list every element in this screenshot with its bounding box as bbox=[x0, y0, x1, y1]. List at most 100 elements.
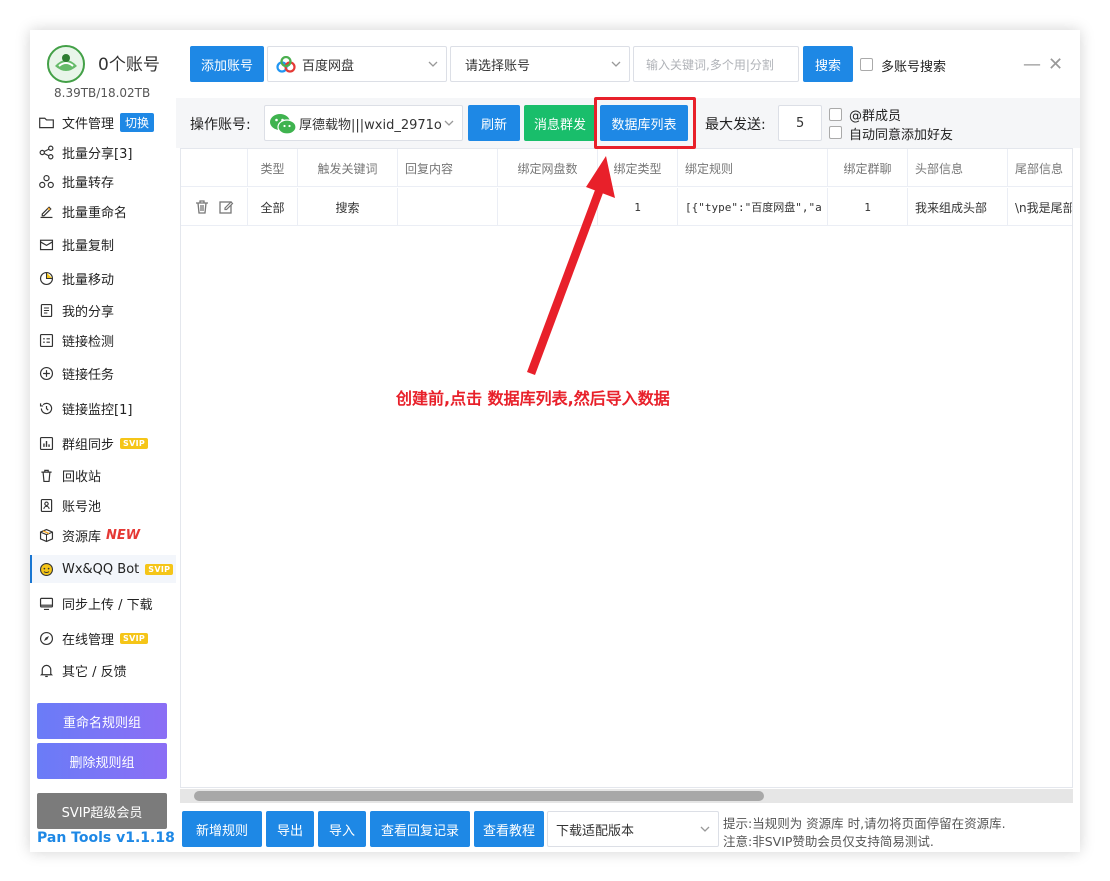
sidebar-item-file-manager[interactable]: 文件管理 切换 bbox=[30, 108, 176, 136]
cell-reply bbox=[398, 188, 498, 226]
edit-icon[interactable] bbox=[218, 199, 234, 215]
max-send-label: 最大发送: bbox=[705, 117, 766, 133]
sidebar-item-group-sync[interactable]: 群组同步 SVIP bbox=[30, 429, 176, 457]
sidebar-item-label: 链接任务 bbox=[62, 367, 115, 383]
sidebar-item-label: 链接监控[1] bbox=[62, 402, 133, 418]
app-version: Pan Tools v1.1.18 bbox=[37, 830, 175, 846]
sidebar-item-label: 批量移动 bbox=[62, 272, 115, 288]
import-button[interactable]: 导入 bbox=[318, 811, 366, 847]
document-icon bbox=[36, 300, 56, 320]
sidebar-item-label: 批量复制 bbox=[62, 238, 115, 254]
broadcast-button[interactable]: 消息群发 bbox=[524, 105, 596, 141]
add-rule-button[interactable]: 新增规则 bbox=[182, 811, 262, 847]
sidebar-item-batch-rename[interactable]: 批量重命名 bbox=[30, 197, 176, 225]
account-select[interactable]: 请选择账号 bbox=[450, 46, 630, 82]
plus-circle-icon bbox=[36, 363, 56, 383]
sidebar-item-batch-copy[interactable]: 批量复制 bbox=[30, 230, 176, 258]
col-header-reply: 回复内容 bbox=[398, 149, 498, 187]
switch-badge[interactable]: 切换 bbox=[120, 112, 155, 132]
sidebar-item-link-tasks[interactable]: 链接任务 bbox=[30, 359, 176, 387]
baidu-netdisk-icon bbox=[276, 56, 296, 73]
keyword-search-input[interactable]: 输入关键词,多个用|分割 bbox=[633, 46, 799, 82]
search-button[interactable]: 搜索 bbox=[803, 46, 853, 82]
close-icon[interactable]: ✕ bbox=[1048, 54, 1063, 75]
view-tutorial-button[interactable]: 查看教程 bbox=[474, 811, 544, 847]
sidebar-item-label: 账号池 bbox=[62, 499, 102, 515]
scrollbar-thumb[interactable] bbox=[194, 791, 764, 801]
download-version-value: 下载适配版本 bbox=[556, 823, 635, 839]
trash-icon bbox=[36, 465, 56, 485]
share-icon bbox=[36, 142, 56, 162]
rules-table: 类型 触发关键词 回复内容 绑定网盘数 绑定类型 绑定规则 绑定群聊 头部信息 … bbox=[180, 148, 1073, 788]
sidebar-item-resource-library[interactable]: 资源库 NEW bbox=[30, 521, 176, 549]
sidebar-item-label: 其它 / 反馈 bbox=[62, 664, 127, 680]
sidebar-item-account-pool[interactable]: 账号池 bbox=[30, 491, 176, 519]
sidebar-item-batch-transfer[interactable]: 批量转存 bbox=[30, 167, 176, 195]
bot-icon bbox=[36, 559, 56, 579]
col-header-header-info: 头部信息 bbox=[908, 149, 1008, 187]
cell-bind-type: 1 bbox=[598, 188, 678, 226]
disk-type-value: 百度网盘 bbox=[302, 58, 355, 74]
svip-member-button[interactable]: SVIP超级会员 bbox=[37, 793, 167, 829]
auto-accept-friend-checkbox[interactable] bbox=[829, 126, 842, 139]
sidebar-item-wx-qq-bot[interactable]: Wx&QQ Bot SVIP bbox=[30, 555, 176, 583]
export-button[interactable]: 导出 bbox=[266, 811, 314, 847]
op-account-select[interactable]: 厚德载物|||wxid_2971o bbox=[264, 105, 463, 141]
max-send-input[interactable]: 5 bbox=[778, 105, 822, 141]
row-actions bbox=[181, 188, 248, 226]
op-account-label: 操作账号: bbox=[190, 117, 251, 133]
transfer-icon bbox=[36, 171, 56, 191]
multi-account-search-checkbox[interactable] bbox=[860, 58, 873, 71]
wechat-icon bbox=[270, 114, 297, 135]
chevron-down-icon bbox=[700, 826, 710, 832]
col-header-keyword: 触发关键词 bbox=[298, 149, 398, 187]
compass-icon bbox=[36, 628, 56, 648]
account-select-value: 请选择账号 bbox=[465, 58, 531, 74]
multi-account-search-label: 多账号搜索 bbox=[881, 60, 947, 75]
chevron-down-icon bbox=[428, 61, 438, 67]
sidebar-item-sync-upload-download[interactable]: 同步上传 / 下载 bbox=[30, 589, 176, 617]
at-members-label: @群成员 bbox=[849, 109, 902, 124]
delete-icon[interactable] bbox=[194, 199, 210, 215]
at-members-checkbox[interactable] bbox=[829, 108, 842, 121]
tip-svip-note: 注意:非SVIP赞助会员仅支持简易测试. bbox=[723, 834, 934, 849]
view-reply-log-button[interactable]: 查看回复记录 bbox=[370, 811, 470, 847]
sidebar-item-label: 回收站 bbox=[62, 469, 102, 485]
monitor-icon bbox=[36, 593, 56, 613]
highlight-box bbox=[594, 97, 696, 149]
download-version-select[interactable]: 下载适配版本 bbox=[547, 811, 719, 847]
refresh-button[interactable]: 刷新 bbox=[468, 105, 520, 141]
cell-disk-count bbox=[498, 188, 598, 226]
delete-rules-button[interactable]: 删除规则组 bbox=[37, 743, 167, 779]
sidebar-item-label: Wx&QQ Bot bbox=[62, 561, 140, 577]
cell-keyword: 搜索 bbox=[298, 188, 398, 226]
app-window: 0个账号 8.39TB/18.02TB 文件管理 切换 批量分享[3] 批量转存… bbox=[30, 30, 1080, 852]
cell-footer-info: \n我是尾部 bbox=[1008, 188, 1072, 226]
sidebar-item-label: 文件管理 bbox=[62, 116, 115, 132]
tip-resource-library: 提示:当规则为 资源库 时,请勿将页面停留在资源库. bbox=[723, 816, 1006, 831]
table-row[interactable]: 全部 搜索 1 [{"type":"百度网盘","a 1 我来组成头部 \n我是… bbox=[181, 188, 1072, 226]
chevron-down-icon bbox=[444, 120, 454, 126]
sidebar-item-online-manage[interactable]: 在线管理 SVIP bbox=[30, 624, 176, 652]
col-header-footer-info: 尾部信息 bbox=[1008, 149, 1072, 187]
sidebar-item-recycle-bin[interactable]: 回收站 bbox=[30, 461, 176, 489]
sidebar-item-my-shares[interactable]: 我的分享 bbox=[30, 296, 176, 324]
horizontal-scrollbar[interactable] bbox=[180, 789, 1073, 803]
sidebar-item-batch-share[interactable]: 批量分享[3] bbox=[30, 138, 176, 166]
folder-icon bbox=[36, 112, 56, 132]
sidebar-item-other-feedback[interactable]: 其它 / 反馈 bbox=[30, 656, 176, 684]
add-account-button[interactable]: 添加账号 bbox=[190, 46, 264, 82]
sidebar-item-label: 资源库 bbox=[62, 529, 102, 545]
cell-header-info: 我来组成头部 bbox=[908, 188, 1008, 226]
account-count: 0个账号 bbox=[98, 55, 160, 75]
sidebar-item-link-check[interactable]: 链接检测 bbox=[30, 326, 176, 354]
copy-icon bbox=[36, 234, 56, 254]
bell-icon bbox=[36, 660, 56, 680]
sidebar-item-label: 我的分享 bbox=[62, 304, 115, 320]
minimize-icon[interactable]: — bbox=[1023, 54, 1041, 75]
sidebar: 0个账号 8.39TB/18.02TB 文件管理 切换 批量分享[3] 批量转存… bbox=[30, 30, 176, 852]
disk-type-select[interactable]: 百度网盘 bbox=[267, 46, 447, 82]
sidebar-item-link-monitor[interactable]: 链接监控[1] bbox=[30, 394, 176, 422]
sidebar-item-batch-move[interactable]: 批量移动 bbox=[30, 264, 176, 292]
rename-rules-button[interactable]: 重命名规则组 bbox=[37, 703, 167, 739]
